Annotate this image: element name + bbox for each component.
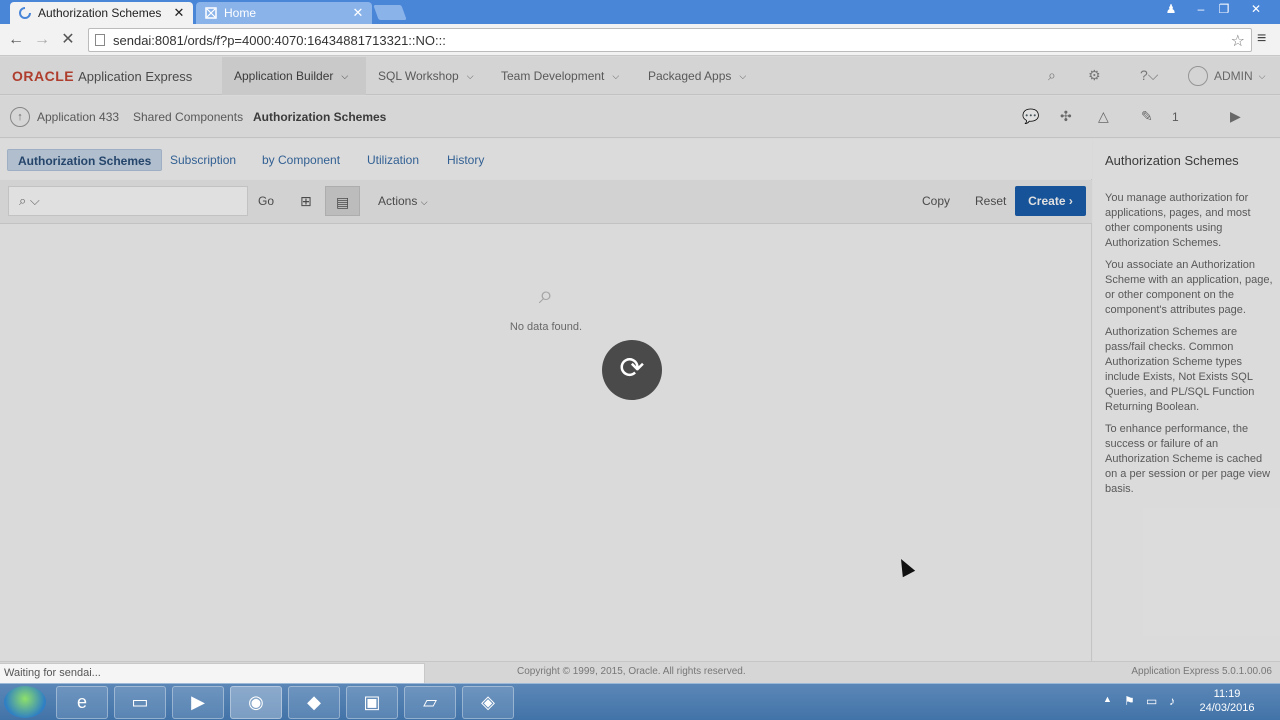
- close-window-icon[interactable]: ✕: [1245, 2, 1267, 16]
- tab-authorization-schemes[interactable]: Authorization Schemes ✕: [10, 2, 193, 24]
- flag-icon[interactable]: ⚑: [1124, 694, 1135, 708]
- notepad-icon[interactable]: ▱: [404, 686, 456, 719]
- windows-taskbar: e ▭ ▶ ◉ ◆ ▣ ▱ ◈ ▲ ⚑ ▭ ♪ 11:19 24/03/2016: [0, 683, 1280, 720]
- stop-icon[interactable]: ✕: [58, 30, 78, 50]
- tab-home[interactable]: Home ✕: [196, 2, 372, 24]
- tab-label: Authorization Schemes: [38, 6, 162, 20]
- sql-developer-icon[interactable]: ◆: [288, 686, 340, 719]
- forward-icon[interactable]: →: [32, 30, 52, 50]
- chrome-icon[interactable]: ◉: [230, 686, 282, 719]
- loading-spinner-icon: [18, 6, 32, 20]
- new-tab-button[interactable]: [373, 5, 407, 20]
- back-icon[interactable]: ←: [6, 30, 26, 50]
- page-icon: [95, 34, 105, 46]
- clock[interactable]: 11:19 24/03/2016: [1196, 687, 1258, 715]
- minimize-icon[interactable]: –: [1190, 2, 1212, 16]
- file-explorer-icon[interactable]: ▭: [114, 686, 166, 719]
- chrome-menu-icon[interactable]: ≡: [1257, 30, 1266, 48]
- network-icon[interactable]: ▭: [1146, 694, 1157, 708]
- user-profile-icon[interactable]: ♟: [1160, 2, 1182, 16]
- tab-label: Home: [224, 6, 257, 20]
- browser-status-bar: Waiting for sendai...: [0, 663, 425, 683]
- close-tab-icon[interactable]: ✕: [173, 5, 185, 21]
- start-button[interactable]: [4, 686, 46, 718]
- remote-desktop-icon[interactable]: ▣: [346, 686, 398, 719]
- refresh-spinner-icon: ⟳: [602, 340, 662, 400]
- address-bar[interactable]: sendai:8081/ords/f?p=4000:4070:164348817…: [88, 28, 1252, 52]
- browser-tab-strip: Authorization Schemes ✕ Home ✕ ♟ – ❐ ✕: [0, 0, 1280, 24]
- url-text[interactable]: sendai:8081/ords/f?p=4000:4070:164348817…: [113, 33, 446, 48]
- restore-icon[interactable]: ❐: [1213, 2, 1235, 16]
- clock-date: 24/03/2016: [1199, 702, 1255, 714]
- show-hidden-icons-icon[interactable]: ▲: [1103, 694, 1112, 704]
- database-tool-icon[interactable]: ◈: [462, 686, 514, 719]
- bookmark-star-icon[interactable]: ☆: [1231, 31, 1245, 51]
- media-player-icon[interactable]: ▶: [172, 686, 224, 719]
- broken-page-icon: [204, 6, 218, 20]
- browser-toolbar: ← → ✕ sendai:8081/ords/f?p=4000:4070:164…: [0, 24, 1280, 56]
- volume-icon[interactable]: ♪: [1169, 694, 1175, 708]
- close-tab-icon[interactable]: ✕: [352, 5, 364, 21]
- clock-time: 11:19: [1213, 688, 1241, 700]
- internet-explorer-icon[interactable]: e: [56, 686, 108, 719]
